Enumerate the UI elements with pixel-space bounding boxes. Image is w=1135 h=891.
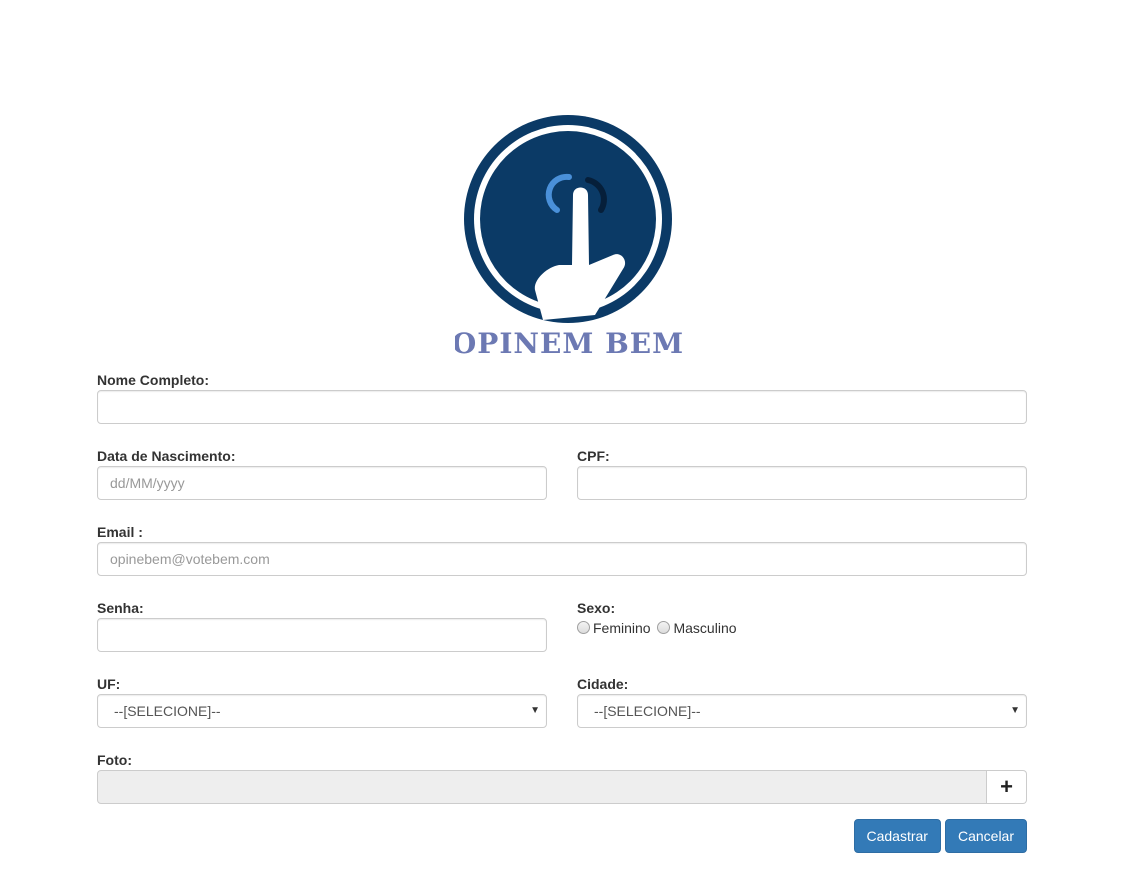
nascimento-label: Data de Nascimento: xyxy=(97,448,236,464)
nome-label: Nome Completo: xyxy=(97,372,209,388)
senha-input[interactable] xyxy=(97,618,547,652)
sexo-option-feminino[interactable]: Feminino xyxy=(577,618,651,638)
email-group: Email : xyxy=(97,522,1027,576)
foto-file-input: + xyxy=(97,770,1027,804)
opinem-bem-logo: OPINEM BEM xyxy=(455,115,685,360)
feminino-label: Feminino xyxy=(593,620,651,636)
cidade-selected-value: --[SELECIONE]-- xyxy=(594,703,701,719)
email-input[interactable] xyxy=(97,542,1027,576)
chevron-down-icon: ▼ xyxy=(1010,705,1020,716)
sexo-radios: Feminino Masculino xyxy=(577,618,1027,638)
uf-selected-value: --[SELECIONE]-- xyxy=(114,703,221,719)
cadastrar-button[interactable]: Cadastrar xyxy=(853,819,941,853)
add-photo-button[interactable]: + xyxy=(987,770,1027,804)
cidade-select[interactable]: --[SELECIONE]-- ▼ xyxy=(577,694,1027,728)
foto-label: Foto: xyxy=(97,752,132,768)
uf-select[interactable]: --[SELECIONE]-- ▼ xyxy=(97,694,547,728)
sexo-group: Sexo: Feminino Masculino xyxy=(577,598,1027,652)
uf-group: UF: --[SELECIONE]-- ▼ xyxy=(97,674,547,728)
uf-label: UF: xyxy=(97,676,121,692)
logo-text: OPINEM BEM xyxy=(455,327,684,360)
cpf-group: CPF: xyxy=(577,446,1027,500)
sexo-label: Sexo: xyxy=(577,600,616,616)
masculino-radio[interactable] xyxy=(657,621,671,634)
senha-label: Senha: xyxy=(97,600,144,616)
register-page: OPINEM BEM Nome Completo: Data de Nascim… xyxy=(0,0,1135,891)
senha-group: Senha: xyxy=(97,598,547,652)
foto-filename-display[interactable] xyxy=(97,770,987,804)
cidade-group: Cidade: --[SELECIONE]-- ▼ xyxy=(577,674,1027,728)
plus-icon: + xyxy=(1000,774,1013,799)
nascimento-input[interactable] xyxy=(97,466,547,500)
chevron-down-icon: ▼ xyxy=(530,705,540,716)
sexo-option-masculino[interactable]: Masculino xyxy=(657,618,737,638)
form-actions: Cadastrar Cancelar xyxy=(97,819,1027,853)
cidade-label: Cidade: xyxy=(577,676,629,692)
feminino-radio[interactable] xyxy=(577,621,590,634)
nascimento-group: Data de Nascimento: xyxy=(97,446,547,500)
cpf-label: CPF: xyxy=(577,448,610,464)
email-label: Email : xyxy=(97,524,143,540)
nome-group: Nome Completo: xyxy=(97,370,1027,424)
cancelar-button[interactable]: Cancelar xyxy=(944,819,1027,853)
foto-group: Foto: + xyxy=(97,750,1027,804)
nome-input[interactable] xyxy=(97,390,1027,424)
registration-form: Nome Completo: Data de Nascimento: CPF: … xyxy=(97,370,1027,853)
cpf-input[interactable] xyxy=(577,466,1027,500)
masculino-label: Masculino xyxy=(673,620,737,636)
